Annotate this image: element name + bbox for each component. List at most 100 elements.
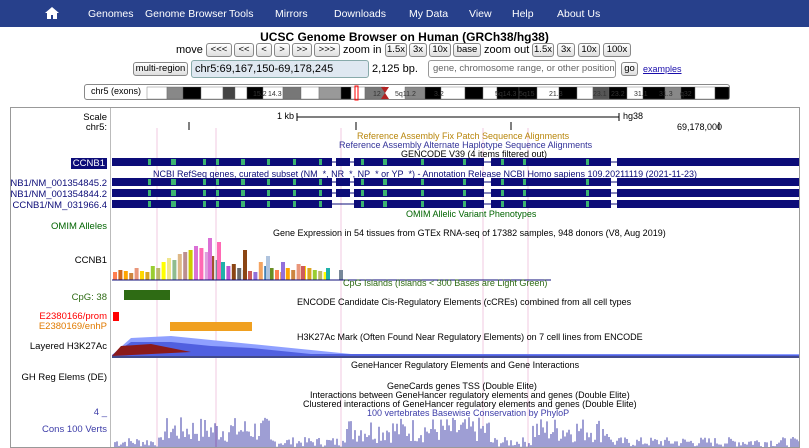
home-icon[interactable]: [44, 6, 60, 20]
search-input[interactable]: gene, chromosome range, or other positio…: [428, 60, 616, 78]
encode-enh-label[interactable]: E2380169/enhP: [39, 321, 107, 332]
exon-highlight: [586, 190, 589, 196]
nav-mirrors[interactable]: Mirrors: [275, 8, 308, 20]
encode-title: ENCODE Candidate Cis-Regulatory Elements…: [297, 297, 632, 307]
move-left-button[interactable]: <<: [234, 43, 254, 57]
zoom-out-100x-button[interactable]: 100x: [603, 43, 631, 57]
nav-tools[interactable]: Tools: [229, 8, 254, 20]
chromosome-ideogram[interactable]: chr5 (exons) 15.2 14.3 12 5q11.2 3.2 5q14.3 5q…: [84, 84, 730, 101]
omim-label[interactable]: OMIM Alleles: [51, 221, 107, 232]
ideogram-band: [222, 86, 236, 100]
ideogram-band: [200, 86, 224, 100]
exon-highlight: [421, 190, 424, 196]
nav-help[interactable]: Help: [512, 8, 534, 20]
gtex-bar: [253, 272, 258, 280]
exon-highlight: [523, 201, 526, 207]
exon-highlight: [148, 179, 151, 185]
exon-highlight: [171, 159, 176, 165]
cpg-title: CpG Islands (Islands < 300 Bases are Lig…: [343, 278, 548, 288]
move-right-button[interactable]: >>: [292, 43, 312, 57]
ideogram-band-label: 12: [373, 91, 381, 98]
coordinate-label: 69,178,000: [677, 122, 723, 132]
gtex-bar: [326, 268, 330, 280]
exon-highlight: [523, 159, 526, 165]
gtex-title: Gene Expression in 54 tissues from GTEx …: [273, 228, 666, 238]
move-step-left-button[interactable]: <: [256, 43, 272, 57]
gencode-label[interactable]: CCNB1: [70, 158, 107, 169]
exon-highlight: [171, 201, 176, 207]
zoom-in-10x-button[interactable]: 10x: [429, 43, 451, 57]
gtex-bar: [221, 262, 225, 280]
zoom-out-10x-button[interactable]: 10x: [578, 43, 600, 57]
gencode-exon: [336, 158, 350, 166]
ideogram-band-label: 14.3: [268, 91, 282, 98]
cons-label[interactable]: Cons 100 Verts: [42, 424, 107, 435]
ideogram-band-label: 15.2: [253, 91, 267, 98]
ideogram-band-label: 23.1: [593, 91, 607, 98]
gtex-bar: [134, 268, 139, 280]
zoom-in-base-button[interactable]: base: [453, 43, 481, 57]
nav-my-data[interactable]: My Data: [409, 8, 448, 20]
examples-link[interactable]: examples: [643, 64, 682, 74]
gtex-bar: [307, 268, 312, 280]
track-panel[interactable]: Scale chr5: CCNB1 CNB1/NM_001354845.2 CN…: [10, 107, 800, 448]
nav-genome-browser[interactable]: Genome Browser: [145, 8, 227, 20]
exon-highlight: [383, 179, 387, 185]
nav-downloads[interactable]: Downloads: [334, 8, 386, 20]
gtex-bar: [269, 268, 274, 280]
gtex-bar: [188, 250, 193, 280]
multi-region-button[interactable]: multi-region: [133, 62, 188, 76]
ideogram-band: [318, 86, 342, 100]
gtex-bar: [156, 268, 161, 280]
ideogram-band: [576, 86, 594, 100]
gtex-bar: [226, 266, 231, 280]
zoom-in-1-5x-button[interactable]: 1.5x: [385, 43, 407, 57]
move-far-left-button[interactable]: <<<: [206, 43, 232, 57]
nav-genomes[interactable]: Genomes: [88, 8, 134, 20]
gtex-label[interactable]: CCNB1: [75, 255, 107, 266]
gtex-bar: [172, 260, 177, 280]
refseq-label-3[interactable]: CCNB1/NM_031966.4: [12, 200, 107, 211]
ideogram-band: [166, 86, 184, 100]
h3k27ac-title: H3K27Ac Mark (Often Found Near Regulator…: [297, 332, 643, 342]
ideogram-band: [694, 86, 716, 100]
go-button[interactable]: go: [621, 62, 638, 76]
gtex-bar: [296, 264, 301, 280]
h3k27ac-label[interactable]: Layered H3K27Ac: [30, 341, 107, 352]
refseq-2-exon: [617, 189, 799, 197]
gtex-bar: [258, 262, 263, 280]
genehancer-label[interactable]: GH Reg Elems (DE): [21, 372, 107, 383]
exon-highlight: [463, 159, 466, 165]
gtex-bar: [285, 268, 290, 280]
zoom-out-1-5x-button[interactable]: 1.5x: [532, 43, 554, 57]
exon-highlight: [241, 159, 245, 165]
omim-title: OMIM Allelic Variant Phenotypes: [406, 209, 537, 219]
ideogram-graphic: 15.2 14.3 12 5q11.2 3.2 5q14.3 5q15 21.3 23.1 23.…: [146, 85, 730, 101]
gtex-bar: [231, 264, 236, 280]
ideogram-band: [182, 86, 202, 100]
nav-view[interactable]: View: [469, 8, 492, 20]
gtex-bar: [243, 250, 247, 280]
ideogram-band: [464, 86, 484, 100]
refseq-label-2[interactable]: CNB1/NM_001354844.2: [11, 189, 107, 200]
exon-highlight: [421, 179, 424, 185]
exon-highlight: [267, 179, 270, 185]
encode-prom-element: [113, 312, 119, 321]
region-size: 2,125 bp.: [372, 63, 418, 75]
zoom-out-3x-button[interactable]: 3x: [557, 43, 575, 57]
position-display: chr5:69,167,150-69,178,245: [191, 60, 369, 78]
nav-about-us[interactable]: About Us: [557, 8, 600, 20]
exon-highlight: [463, 190, 466, 196]
gtex-bar: [291, 270, 296, 280]
ideogram-band-label: 5q11.2: [395, 91, 416, 98]
move-far-right-button[interactable]: >>>: [314, 43, 340, 57]
cpg-label[interactable]: CpG: 38: [72, 292, 107, 303]
move-step-right-button[interactable]: >: [274, 43, 290, 57]
exon-highlight: [216, 201, 219, 207]
exon-highlight: [319, 190, 322, 196]
exon-highlight: [148, 159, 151, 165]
gtex-bar: [150, 266, 155, 280]
refseq-label-1[interactable]: CNB1/NM_001354845.2: [11, 178, 107, 189]
zoom-in-3x-button[interactable]: 3x: [409, 43, 427, 57]
exon-highlight: [319, 201, 322, 207]
